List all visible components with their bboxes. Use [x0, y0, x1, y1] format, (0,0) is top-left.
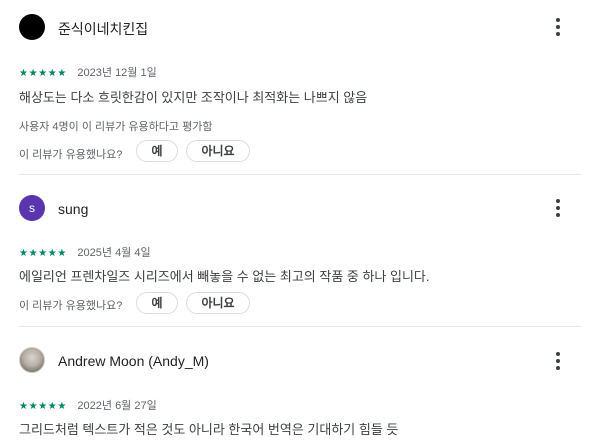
- divider: [19, 326, 581, 327]
- avatar: [19, 14, 45, 40]
- review-author: 준식이네치킨집: [58, 21, 149, 37]
- star-rating: ★★★★★: [19, 243, 67, 261]
- star-icon: ★: [19, 68, 28, 79]
- star-icon: ★: [38, 68, 48, 79]
- rating-row: ★★★★★ 2023년 12월 1일: [19, 63, 157, 79]
- star-icon: ★: [47, 68, 57, 79]
- review-author: sung: [58, 201, 89, 217]
- star-icon: ★: [19, 401, 28, 412]
- more-options-icon[interactable]: [553, 18, 563, 36]
- more-options-icon[interactable]: [553, 199, 563, 217]
- star-rating: ★★★★★: [19, 396, 67, 414]
- star-icon: ★: [57, 248, 67, 259]
- star-icon: ★: [38, 401, 48, 412]
- helpful-no-button[interactable]: 아니요: [186, 140, 250, 162]
- rating-row: ★★★★★ 2022년 6월 27일: [19, 396, 157, 412]
- review-date: 2022년 6월 27일: [77, 400, 157, 412]
- star-icon: ★: [28, 68, 38, 79]
- review-date: 2025년 4월 4일: [77, 247, 151, 259]
- star-icon: ★: [28, 401, 38, 412]
- star-icon: ★: [38, 248, 48, 259]
- review-author: Andrew Moon (Andy_M): [58, 353, 209, 369]
- star-icon: ★: [47, 401, 57, 412]
- rating-row: ★★★★★ 2025년 4월 4일: [19, 243, 151, 259]
- divider: [19, 174, 581, 175]
- helpful-yes-button[interactable]: 예: [136, 140, 178, 162]
- star-rating: ★★★★★: [19, 63, 67, 81]
- review-text: 해상도는 다소 흐릿한감이 있지만 조작이나 최적화는 나쁘지 않음: [19, 90, 368, 105]
- star-icon: ★: [28, 248, 38, 259]
- helpful-count: 사용자 4명이 이 리뷰가 유용하다고 평가함: [19, 121, 213, 133]
- avatar: s: [19, 195, 45, 221]
- helpful-question: 이 리뷰가 유용했나요?: [19, 300, 123, 312]
- helpful-question: 이 리뷰가 유용했나요?: [19, 149, 123, 161]
- avatar: [19, 347, 45, 373]
- star-icon: ★: [47, 248, 57, 259]
- star-icon: ★: [19, 248, 28, 259]
- review-date: 2023년 12월 1일: [77, 67, 157, 79]
- more-options-icon[interactable]: [553, 352, 563, 370]
- helpful-yes-button[interactable]: 예: [136, 292, 178, 314]
- helpful-no-button[interactable]: 아니요: [186, 292, 250, 314]
- review-text: 에일리언 프렌차일즈 시리즈에서 빼놓을 수 없는 최고의 작품 중 하나 입니…: [19, 269, 430, 284]
- star-icon: ★: [57, 68, 67, 79]
- star-icon: ★: [57, 401, 67, 412]
- review-text: 그리드처럼 텍스트가 적은 것도 아니라 한국어 번역은 기대하기 힘들 듯: [19, 422, 399, 437]
